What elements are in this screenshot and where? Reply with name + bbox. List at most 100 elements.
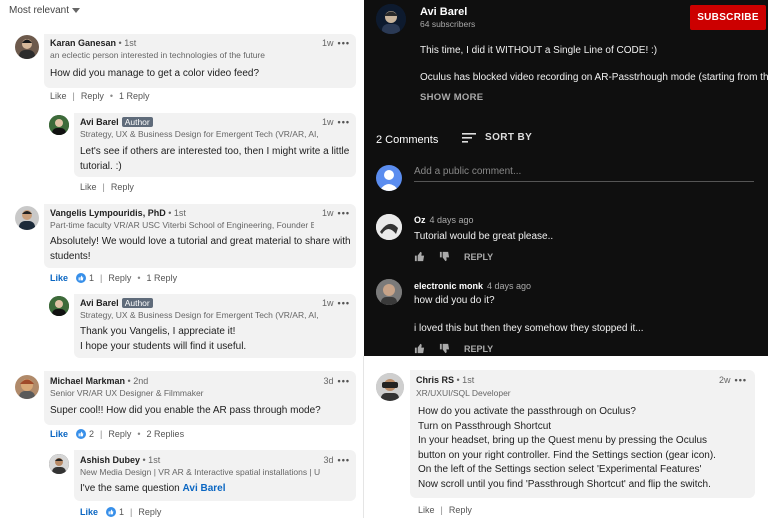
like-button[interactable]: Like <box>80 507 98 517</box>
comment-bubble: Karan Ganesan • 1st an eclectic person i… <box>44 34 356 88</box>
chevron-down-icon <box>72 8 81 13</box>
youtube-panel: Avi Barel 64 subscribers SUBSCRIBE This … <box>364 0 768 356</box>
replies-link[interactable]: 2 Replies <box>147 429 185 439</box>
timestamp: 2w <box>719 375 731 385</box>
comment-bubble: Chris RS • 1st XR/UXUI/SQL Developer 2w •… <box>410 370 755 498</box>
comment-actions: Like | Reply <box>418 505 472 515</box>
more-options-icon[interactable]: ••• <box>338 117 350 127</box>
subscriber-count: 64 subscribers <box>420 19 476 29</box>
add-comment-input[interactable]: Add a public comment... <box>414 166 754 182</box>
commenter-name[interactable]: Oz 4 days ago <box>414 215 474 225</box>
commenter-name[interactable]: electronic monk 4 days ago <box>414 281 531 291</box>
sort-by-button[interactable]: SORT BY <box>462 132 532 143</box>
reply-button[interactable]: Reply <box>81 91 104 101</box>
person-avatar-icon <box>19 379 35 399</box>
sort-dropdown[interactable]: Most relevant <box>9 5 81 16</box>
commenter-name[interactable]: Michael Markman • 2nd <box>50 376 148 386</box>
avatar[interactable] <box>49 296 69 316</box>
comment-text: How do you activate the passthrough on O… <box>418 406 716 490</box>
video-description-line: This time, I did it WITHOUT a Single Lin… <box>420 45 658 56</box>
thumbs-down-icon[interactable] <box>439 251 450 262</box>
avatar[interactable] <box>15 35 39 59</box>
timestamp: 3d <box>323 376 334 386</box>
like-reaction-icon <box>106 507 117 517</box>
like-button[interactable]: Like <box>50 91 67 101</box>
like-button[interactable]: Like <box>50 429 68 439</box>
reply-button[interactable]: REPLY <box>464 252 493 262</box>
like-reaction-icon <box>76 429 87 439</box>
thumbs-up-icon[interactable] <box>414 251 425 262</box>
more-options-icon[interactable]: ••• <box>338 298 350 308</box>
like-button[interactable]: Like <box>80 182 97 192</box>
commenter-avatar[interactable] <box>376 214 402 240</box>
timestamp: 1w <box>322 38 334 48</box>
subscribe-button[interactable]: SUBSCRIBE <box>690 5 766 30</box>
like-button[interactable]: Like <box>418 505 435 515</box>
commenter-name[interactable]: Avi Barel Author <box>80 298 153 308</box>
reaction-count[interactable]: 1 <box>89 273 94 283</box>
comment-meta: 3d ••• <box>324 455 350 465</box>
avatar[interactable] <box>49 115 69 135</box>
reaction-count[interactable]: 1 <box>119 507 124 517</box>
channel-avatar[interactable] <box>376 4 406 34</box>
commenter-headline: Strategy, UX & Business Design for Emerg… <box>80 310 320 320</box>
reply-button[interactable]: REPLY <box>464 344 493 354</box>
commenter-name[interactable]: Avi Barel Author <box>80 117 153 127</box>
reaction-count[interactable]: 2 <box>89 429 94 439</box>
avatar[interactable] <box>15 206 39 230</box>
commenter-name[interactable]: Ashish Dubey • 1st <box>80 455 160 465</box>
timestamp: 1w <box>322 117 334 127</box>
replies-link[interactable]: 1 Reply <box>147 273 178 283</box>
reply-bubble: Avi Barel Author Strategy, UX & Business … <box>74 294 356 358</box>
reply-button[interactable]: Reply <box>111 182 134 192</box>
commenter-name[interactable]: Karan Ganesan • 1st <box>50 38 136 48</box>
comment-meta: 1w ••• <box>322 38 350 48</box>
person-avatar-icon <box>19 39 35 59</box>
show-more-button[interactable]: SHOW MORE <box>420 92 483 103</box>
comment-meta: 1w ••• <box>322 298 350 308</box>
person-avatar-icon <box>49 296 69 316</box>
like-button[interactable]: Like <box>50 273 68 283</box>
comment-actions: Like 1 | Reply <box>80 507 162 517</box>
comment-text: how did you do it? <box>414 295 495 306</box>
comment-actions: Like | Reply <box>80 182 134 192</box>
more-options-icon[interactable]: ••• <box>338 38 350 48</box>
commenter-avatar[interactable] <box>376 279 402 305</box>
timestamp: 1w <box>322 208 334 218</box>
commenter-headline: Senior VR/AR UX Designer & Filmmaker <box>50 388 204 398</box>
more-options-icon[interactable]: ••• <box>735 375 747 385</box>
person-avatar-icon <box>19 210 35 230</box>
commenter-name[interactable]: Vangelis Lympouridis, PhD • 1st <box>50 208 186 218</box>
thumbs-up-icon[interactable] <box>414 343 425 354</box>
commenter-headline: Part-time faculty VR/AR USC Viterbi Scho… <box>50 220 314 230</box>
more-options-icon[interactable]: ••• <box>338 376 350 386</box>
author-badge: Author <box>121 298 153 308</box>
reply-button[interactable]: Reply <box>449 505 472 515</box>
like-reaction-icon <box>76 273 87 283</box>
avatar[interactable] <box>49 454 69 474</box>
reply-bubble: Avi Barel Author Strategy, UX & Business … <box>74 113 356 177</box>
mention-link[interactable]: Avi Barel <box>183 483 226 494</box>
avatar[interactable] <box>376 373 404 401</box>
comment-meta: 1w ••• <box>322 117 350 127</box>
reply-button[interactable]: Reply <box>108 429 131 439</box>
thumbs-down-icon[interactable] <box>439 343 450 354</box>
avatar[interactable] <box>15 375 39 399</box>
reply-button[interactable]: Reply <box>108 273 131 283</box>
replies-link[interactable]: 1 Reply <box>119 91 150 101</box>
comment-text: How did you manage to get a color video … <box>50 68 260 79</box>
reply-button[interactable]: Reply <box>138 507 161 517</box>
comment-text: I've the same question Avi Barel <box>80 483 226 494</box>
person-avatar-icon <box>376 373 404 401</box>
comment-text: i loved this but then they somehow they … <box>414 323 644 334</box>
more-options-icon[interactable]: ••• <box>338 455 350 465</box>
commenter-headline: Strategy, UX & Business Design for Emerg… <box>80 129 320 139</box>
person-avatar-icon <box>376 214 402 240</box>
comment-actions: Like 2 | Reply • 2 Replies <box>50 429 185 439</box>
timestamp: 3d <box>323 455 334 465</box>
commenter-name[interactable]: Chris RS • 1st <box>416 375 474 385</box>
channel-name[interactable]: Avi Barel <box>420 6 467 18</box>
comment-text: Tutorial would be great please.. <box>414 231 554 242</box>
more-options-icon[interactable]: ••• <box>338 208 350 218</box>
comment-meta: 1w ••• <box>322 208 350 218</box>
